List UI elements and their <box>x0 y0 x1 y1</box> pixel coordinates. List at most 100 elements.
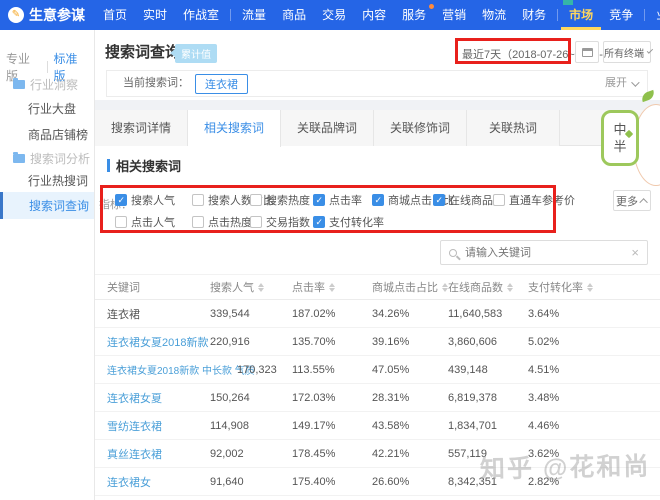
checkbox-ztc-reference-price[interactable]: 直通车参考价 <box>493 192 575 208</box>
col-pay-conversion[interactable]: 支付转化率 <box>528 279 660 295</box>
tab-related-hot-words[interactable]: 关联热词 <box>467 110 560 146</box>
checkbox-icon[interactable] <box>372 194 384 206</box>
sort-icon[interactable] <box>329 283 335 292</box>
cell-online-products: 439,148 <box>448 364 528 376</box>
checkbox-click-popularity[interactable]: 点击人气 <box>115 214 192 230</box>
nav-finance[interactable]: 财务 <box>514 0 554 30</box>
checkbox-icon[interactable] <box>192 216 204 228</box>
col-search-popularity[interactable]: 搜索人气 <box>210 279 292 295</box>
col-label: 搜索人气 <box>210 279 254 295</box>
col-online-products[interactable]: 在线商品数 <box>448 279 528 295</box>
checkbox-mall-click-ratio[interactable]: 商城点击占比 <box>372 192 433 208</box>
cell-keyword-link[interactable]: 连衣裙女夏2018新款 中长款 气质 <box>107 362 237 377</box>
keyword-search-input[interactable] <box>463 246 625 260</box>
cell-keyword-link[interactable]: 连衣裙女夏2018新款 <box>107 334 210 350</box>
tab-related-brand-words[interactable]: 关联品牌词 <box>281 110 374 146</box>
table-row: 连衣裙 339,544 187.02% 34.26% 11,640,583 3.… <box>95 300 660 328</box>
checkbox-ctr[interactable]: 点击率 <box>313 192 372 208</box>
calendar-icon <box>582 48 593 57</box>
cell-online-products: 11,640,583 <box>448 308 528 320</box>
nav-logistics[interactable]: 物流 <box>474 0 514 30</box>
brand[interactable]: ✎ 生意参谋 <box>8 5 85 25</box>
nav-competition[interactable]: 竞争 <box>601 0 641 30</box>
checkbox-icon[interactable] <box>493 194 505 206</box>
cell-search-popularity: 170,323 <box>237 364 292 376</box>
terminal-filter-dropdown[interactable]: 所有终端 <box>603 41 651 63</box>
page-title: 搜索词查询 <box>105 41 180 62</box>
sidebar-item-industry-hot-words[interactable]: 行业热搜词 <box>28 172 88 189</box>
cell-search-popularity: 91,640 <box>210 476 292 488</box>
cell-search-popularity: 339,544 <box>210 308 292 320</box>
col-ctr[interactable]: 点击率 <box>292 279 372 295</box>
checkbox-icon[interactable] <box>115 194 127 206</box>
more-metrics-button[interactable]: 更多 <box>613 190 651 211</box>
cell-pay-conversion: 2.82% <box>528 476 660 488</box>
nav-content[interactable]: 内容 <box>354 0 394 30</box>
main-panel: 搜索词查询 累计值 最近7天（2018-07-26~2018-08-01） 所有… <box>95 30 660 500</box>
sort-icon[interactable] <box>507 283 513 292</box>
sidebar-item-industry-dashboard[interactable]: 行业大盘 <box>28 100 76 117</box>
col-label: 在线商品数 <box>448 279 503 295</box>
cell-keyword-link[interactable]: 雪纺连衣裙 <box>107 418 210 434</box>
checkbox-label: 搜索人气 <box>131 192 175 208</box>
cell-online-products: 6,819,378 <box>448 392 528 404</box>
cell-mall-click-ratio: 43.58% <box>372 420 448 432</box>
sort-icon[interactable] <box>258 283 264 292</box>
logo-pencil-icon: ✎ <box>8 7 24 23</box>
cell-online-products: 557,119 <box>448 448 528 460</box>
nav-product[interactable]: 商品 <box>274 0 314 30</box>
checkbox-search-users-ratio[interactable]: 搜索人数占比 <box>192 192 250 208</box>
clear-icon[interactable]: × <box>631 246 639 259</box>
checkbox-icon[interactable] <box>313 216 325 228</box>
checkbox-online-products[interactable]: 在线商品数 <box>433 192 493 208</box>
col-mall-click-ratio[interactable]: 商城点击占比 <box>372 279 448 295</box>
sort-icon[interactable] <box>587 283 593 292</box>
tab-related-modifier-words[interactable]: 关联修饰词 <box>374 110 467 146</box>
checkbox-pay-conversion[interactable]: 支付转化率 <box>313 214 384 230</box>
cell-keyword-link[interactable]: 连衣裙女夏 <box>107 390 210 406</box>
checkbox-icon[interactable] <box>192 194 204 206</box>
mascot-speech-bubble[interactable]: 中 半 <box>601 110 639 166</box>
checkbox-icon[interactable] <box>313 194 325 206</box>
brand-name: 生意参谋 <box>29 5 85 25</box>
sidebar-group-industry-insight[interactable]: 行业洞察 <box>13 76 78 93</box>
checkbox-click-heat[interactable]: 点击热度 <box>192 214 250 230</box>
accent-bar <box>107 159 110 172</box>
calendar-button[interactable] <box>575 41 599 63</box>
cell-pay-conversion: 5.02% <box>528 336 660 348</box>
checkbox-icon[interactable] <box>115 216 127 228</box>
expand-toggle[interactable]: 展开 <box>605 71 637 96</box>
cell-keyword-link[interactable]: 真丝连衣裙 <box>107 446 210 462</box>
table-row: 雪纺连衣裙 114,908 149.17% 43.58% 1,834,701 4… <box>95 412 660 440</box>
tab-search-word-detail[interactable]: 搜索词详情 <box>95 110 188 146</box>
nav-business-zone[interactable]: 业务专区 <box>648 0 660 30</box>
cell-search-popularity: 150,264 <box>210 392 292 404</box>
cell-pay-conversion: 3.64% <box>528 308 660 320</box>
checkbox-icon[interactable] <box>433 194 445 206</box>
sidebar-item-search-word-query[interactable]: 搜索词查询 <box>0 192 94 219</box>
checkbox-transaction-index[interactable]: 交易指数 <box>250 214 313 230</box>
checkbox-search-heat[interactable]: 搜索热度 <box>250 192 313 208</box>
table-header: 关键词 搜索人气 点击率 商城点击占比 在线商品数 支付转化率 <box>95 274 660 300</box>
cumulative-badge: 累计值 <box>175 44 217 63</box>
sidebar-group-search-word-analysis[interactable]: 搜索词分析 <box>13 150 90 167</box>
checkbox-icon[interactable] <box>250 194 262 206</box>
nav-traffic[interactable]: 流量 <box>234 0 274 30</box>
checkbox-icon[interactable] <box>250 216 262 228</box>
nav-marketing[interactable]: 营销 <box>434 0 474 30</box>
checkbox-label: 点击热度 <box>208 214 252 230</box>
col-label: 支付转化率 <box>528 279 583 295</box>
tab-related-search-words[interactable]: 相关搜索词 <box>188 110 281 147</box>
sidebar-item-product-shop-rank[interactable]: 商品店铺榜 <box>28 126 88 143</box>
current-search-term-chip[interactable]: 连衣裙 <box>195 74 248 94</box>
nav-service[interactable]: 服务 <box>394 0 434 30</box>
cell-keyword-link[interactable]: 连衣裙女 <box>107 474 210 490</box>
nav-trade[interactable]: 交易 <box>314 0 354 30</box>
table-row: 连衣裙女夏 150,264 172.03% 28.31% 6,819,378 3… <box>95 384 660 412</box>
sidebar: 专业版 标准版 行业洞察 行业大盘 商品店铺榜 搜索词分析 行业热搜词 搜索词查… <box>0 30 95 500</box>
nav-war-room[interactable]: 作战室 <box>175 0 227 30</box>
cell-ctr: 135.70% <box>292 336 372 348</box>
nav-realtime[interactable]: 实时 <box>135 0 175 30</box>
nav-home[interactable]: 首页 <box>95 0 135 30</box>
checkbox-search-popularity[interactable]: 搜索人气 <box>115 192 192 208</box>
